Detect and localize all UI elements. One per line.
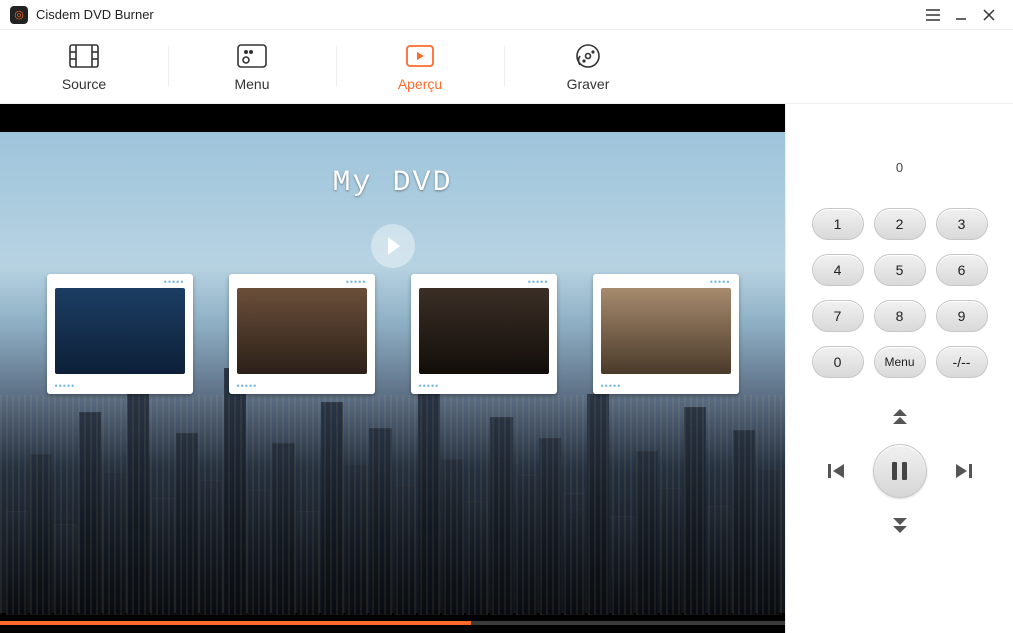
tab-label: Menu bbox=[234, 76, 269, 92]
tab-menu[interactable]: Menu bbox=[168, 30, 336, 103]
remote-display: 0 bbox=[896, 160, 903, 184]
preview-icon bbox=[404, 42, 436, 70]
nav-up-button[interactable] bbox=[886, 404, 914, 432]
disc-icon bbox=[572, 42, 604, 70]
tab-label: Source bbox=[62, 76, 106, 92]
dvd-thumbnail-2[interactable] bbox=[229, 274, 375, 394]
pause-icon bbox=[892, 462, 907, 480]
dvd-play-button[interactable] bbox=[371, 224, 415, 268]
dvd-menu-thumbnails bbox=[47, 274, 739, 394]
preview-panel: My DVD bbox=[0, 104, 785, 633]
prev-track-button[interactable] bbox=[823, 457, 851, 485]
film-icon bbox=[68, 42, 100, 70]
key-8[interactable]: 8 bbox=[874, 300, 926, 332]
tab-label: Graver bbox=[567, 76, 610, 92]
remote-keypad: 1 2 3 4 5 6 7 8 9 0 Menu -/-- bbox=[812, 208, 988, 378]
key-7[interactable]: 7 bbox=[812, 300, 864, 332]
tab-preview[interactable]: Aperçu bbox=[336, 30, 504, 103]
key-4[interactable]: 4 bbox=[812, 254, 864, 286]
key-3[interactable]: 3 bbox=[936, 208, 988, 240]
key-menu[interactable]: Menu bbox=[874, 346, 926, 378]
hamburger-menu-button[interactable] bbox=[919, 5, 947, 25]
tab-burn[interactable]: Graver bbox=[504, 30, 672, 103]
key-5[interactable]: 5 bbox=[874, 254, 926, 286]
remote-panel: 0 1 2 3 4 5 6 7 8 9 0 Menu -/-- bbox=[785, 104, 1013, 633]
preview-progress-track[interactable] bbox=[0, 621, 785, 625]
thumbnail-image bbox=[419, 288, 549, 374]
pause-button[interactable] bbox=[873, 444, 927, 498]
key-1[interactable]: 1 bbox=[812, 208, 864, 240]
remote-controls bbox=[823, 404, 977, 538]
menu-icon bbox=[236, 42, 268, 70]
thumbnail-image bbox=[601, 288, 731, 374]
dvd-thumbnail-1[interactable] bbox=[47, 274, 193, 394]
nav-down-button[interactable] bbox=[886, 510, 914, 538]
thumbnail-image bbox=[55, 288, 185, 374]
dvd-thumbnail-3[interactable] bbox=[411, 274, 557, 394]
thumbnail-image bbox=[237, 288, 367, 374]
key-2[interactable]: 2 bbox=[874, 208, 926, 240]
key-dash[interactable]: -/-- bbox=[936, 346, 988, 378]
dvd-thumbnail-4[interactable] bbox=[593, 274, 739, 394]
tab-source[interactable]: Source bbox=[0, 30, 168, 103]
key-6[interactable]: 6 bbox=[936, 254, 988, 286]
titlebar: ◎ Cisdem DVD Burner bbox=[0, 0, 1013, 30]
main-area: My DVD 0 1 2 3 4 bbox=[0, 104, 1013, 633]
city-lights-decor bbox=[0, 395, 785, 615]
main-tabs: Source Menu Aperçu Graver bbox=[0, 30, 1013, 104]
app-title: Cisdem DVD Burner bbox=[36, 7, 154, 22]
next-track-button[interactable] bbox=[949, 457, 977, 485]
preview-progress-fill bbox=[0, 621, 471, 625]
play-icon bbox=[388, 237, 400, 255]
dvd-menu-title: My DVD bbox=[332, 166, 452, 200]
tab-label: Aperçu bbox=[398, 76, 442, 92]
app-logo-icon: ◎ bbox=[10, 6, 28, 24]
close-button[interactable] bbox=[975, 5, 1003, 25]
key-9[interactable]: 9 bbox=[936, 300, 988, 332]
minimize-button[interactable] bbox=[947, 5, 975, 25]
key-0[interactable]: 0 bbox=[812, 346, 864, 378]
